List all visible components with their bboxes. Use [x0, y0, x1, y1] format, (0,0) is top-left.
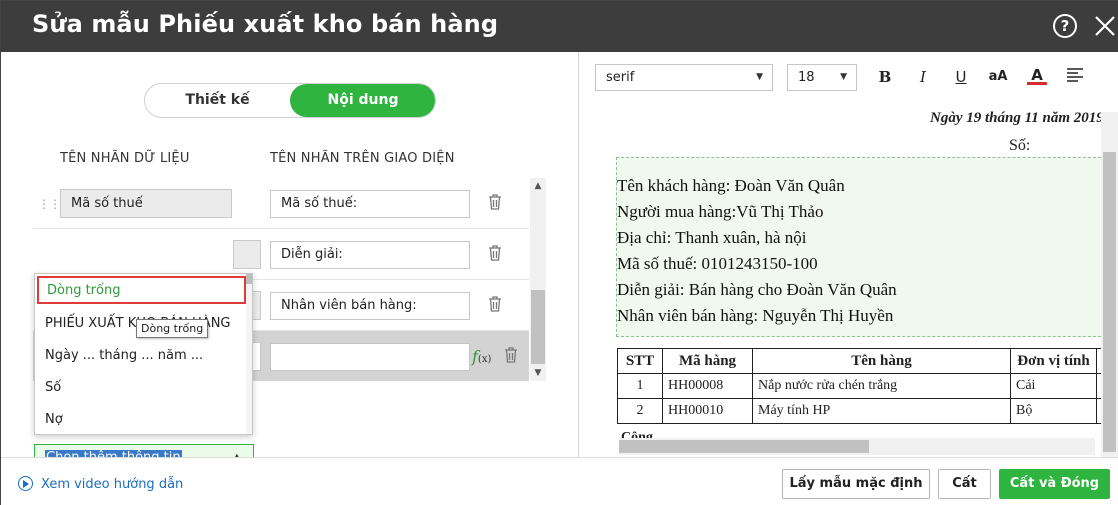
column-header: STT: [617, 348, 663, 374]
tab-content[interactable]: Nội dung: [290, 84, 435, 117]
tab-design[interactable]: Thiết kế: [145, 84, 290, 117]
table-cell: 2: [617, 398, 663, 424]
scrollbar-thumb[interactable]: [246, 274, 252, 284]
table-cell: HH00010: [662, 398, 753, 424]
column-header: Mã hàng: [662, 348, 753, 374]
scrollbar-thumb[interactable]: [1103, 152, 1116, 452]
table-cell: Bộ: [1010, 398, 1097, 424]
display-label-input[interactable]: Nhân viên bán hàng:: [270, 292, 470, 320]
display-label-input[interactable]: Mã số thuế:: [270, 190, 470, 218]
mode-toggle: Thiết kế Nội dung: [144, 83, 436, 118]
column-header: Đơn vị tính: [1010, 348, 1097, 374]
text-case-button[interactable]: aA: [986, 67, 1010, 87]
scrollbar-thumb[interactable]: [619, 440, 869, 453]
tooltip: Dòng trống: [136, 319, 209, 338]
dropdown-item[interactable]: Nợ: [35, 404, 245, 436]
document-preview: Ngày 19 tháng 11 năm 2019 Số: Tên khách …: [579, 104, 1118, 457]
font-size-select[interactable]: 18 ▼: [787, 64, 857, 91]
salesperson-line: Nhân viên bán hàng: Nguyễn Thị Huyền: [617, 306, 894, 325]
table-cell: Nắp nước rửa chén trắng: [752, 373, 1011, 399]
table-cell: 1: [617, 373, 663, 399]
buyer-line: Người mua hàng:Vũ Thị Thảo: [617, 202, 824, 221]
italic-button[interactable]: I: [913, 67, 933, 87]
scroll-up-icon[interactable]: ▲: [533, 181, 543, 191]
table-cell: HH00008: [662, 373, 753, 399]
bold-button[interactable]: B: [875, 67, 895, 87]
trash-icon[interactable]: [487, 295, 503, 313]
save-and-close-button[interactable]: Cất và Đóng: [999, 469, 1110, 499]
data-label-field[interactable]: [233, 240, 261, 269]
display-label-input[interactable]: [270, 343, 470, 371]
customer-line: Tên khách hàng: Đoàn Văn Quân: [617, 176, 845, 195]
close-icon[interactable]: [1092, 12, 1118, 40]
scroll-down-icon[interactable]: ▼: [533, 368, 543, 378]
default-template-button[interactable]: Lấy mẫu mặc định: [782, 469, 930, 499]
scrollbar-thumb[interactable]: [531, 290, 545, 364]
drag-handle-icon[interactable]: ⋮⋮: [38, 197, 61, 211]
font-family-select[interactable]: serif ▼: [595, 64, 773, 91]
preview-panel: serif ▼ 18 ▼ B I U aA A Ngày 19 tháng 11…: [579, 52, 1118, 457]
text-color-button[interactable]: A: [1027, 67, 1047, 85]
description-line: Diễn giải: Bán hàng cho Đoàn Văn Quân: [617, 280, 897, 299]
preview-horizontal-scrollbar[interactable]: [619, 438, 1095, 455]
edit-template-dialog: Sửa mẫu Phiếu xuất kho bán hàng ? Thiết …: [0, 0, 1118, 505]
trash-icon[interactable]: [487, 244, 503, 262]
font-size-value: 18: [798, 70, 815, 85]
dropdown-item[interactable]: Số: [35, 372, 245, 404]
video-guide-link[interactable]: Xem video hướng dẫn: [18, 476, 183, 492]
preview-vertical-scrollbar[interactable]: [1101, 112, 1118, 457]
title-bar: Sửa mẫu Phiếu xuất kho bán hàng ?: [1, 1, 1118, 52]
underline-button[interactable]: U: [951, 67, 971, 87]
dropdown-item-blank-line[interactable]: Dòng trống: [37, 276, 246, 304]
table-row: 2 HH00010 Máy tính HP Bộ: [617, 398, 1117, 424]
align-left-icon[interactable]: [1065, 67, 1085, 87]
video-guide-label: Xem video hướng dẫn: [41, 477, 184, 492]
table-cell: Cái: [1010, 373, 1097, 399]
table-cell: Máy tính HP: [752, 398, 1011, 424]
address-line: Địa chỉ: Thanh xuân, hà nội: [617, 228, 807, 247]
play-icon: [18, 476, 33, 491]
dialog-footer: Xem video hướng dẫn Lấy mẫu mặc định Cất…: [1, 457, 1118, 505]
items-table: STT Mã hàng Tên hàng Đơn vị tính S 1 HH0…: [617, 348, 1117, 424]
rows-scrollbar[interactable]: ▲ ▼: [530, 178, 546, 381]
column-header: Tên hàng: [752, 348, 1011, 374]
chevron-down-icon: ▼: [840, 72, 847, 82]
dropdown-item[interactable]: Ngày ... tháng ... năm ...: [35, 340, 245, 372]
field-dropdown-list: Dòng trống PHIẾU XUẤT KHO BÁN HÀNG Ngày …: [34, 273, 253, 435]
dropdown-scrollbar[interactable]: [246, 274, 252, 434]
dialog-title: Sửa mẫu Phiếu xuất kho bán hàng: [32, 10, 499, 38]
document-date: Ngày 19 tháng 11 năm 2019: [930, 110, 1104, 126]
trash-icon[interactable]: [503, 346, 519, 364]
table-row: 1 HH00008 Nắp nước rửa chén trắng Cái: [617, 373, 1117, 399]
tax-code-line: Mã số thuế: 0101243150-100: [617, 254, 818, 273]
table-header-row: STT Mã hàng Tên hàng Đơn vị tính S: [617, 348, 1117, 374]
help-icon[interactable]: ?: [1053, 14, 1077, 38]
display-label-input[interactable]: Diễn giải:: [270, 241, 470, 269]
chevron-down-icon: ▼: [756, 72, 763, 82]
table-row: ⋮⋮ Mã số thuế Mã số thuế:: [33, 178, 529, 229]
left-panel: Thiết kế Nội dung TÊN NHÃN DỮ LIỆU TÊN N…: [1, 52, 579, 472]
formula-icon[interactable]: f(x): [472, 347, 491, 366]
column-header-data-label: TÊN NHÃN DỮ LIỆU: [60, 151, 190, 166]
save-button[interactable]: Cất: [938, 469, 991, 499]
trash-icon[interactable]: [487, 193, 503, 211]
column-header-display-label: TÊN NHÃN TRÊN GIAO DIỆN: [270, 151, 455, 166]
data-label-field[interactable]: Mã số thuế: [60, 189, 232, 218]
document-number-label: Số:: [1009, 137, 1031, 154]
font-family-value: serif: [606, 70, 635, 85]
